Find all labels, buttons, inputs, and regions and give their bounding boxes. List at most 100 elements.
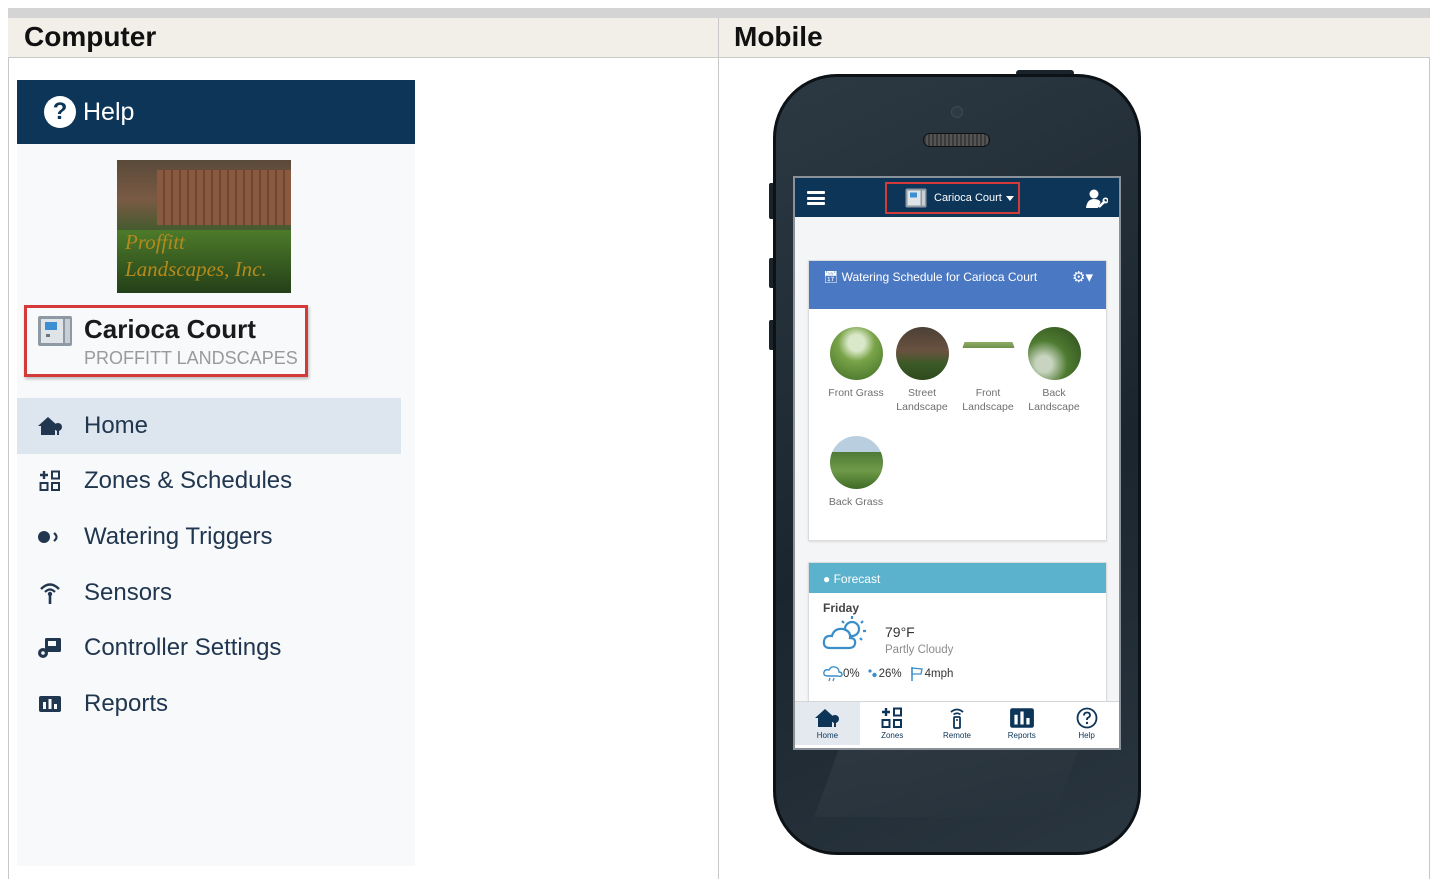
phone-speaker xyxy=(923,133,990,147)
humidity-stat: 26% xyxy=(867,667,902,681)
sidebar-item-watering-triggers[interactable]: Watering Triggers xyxy=(17,509,401,565)
sidebar-item-label: Home xyxy=(84,411,149,439)
sidebar-item-label: Controller Settings xyxy=(84,634,282,662)
watering-schedule-card: 📅︎ Watering Schedule for Carioca Court ⚙… xyxy=(808,260,1107,541)
zone-tile[interactable]: Back Landscape xyxy=(1021,327,1087,414)
mobile-top-bar: Carioca Court xyxy=(795,178,1119,217)
bottom-nav-label: Help xyxy=(1078,731,1095,740)
zone-tile[interactable]: Front Grass xyxy=(823,327,889,400)
chevron-down-icon xyxy=(1005,195,1014,201)
column-divider xyxy=(718,18,719,879)
logo-fence xyxy=(157,170,291,225)
partly-cloudy-icon xyxy=(822,616,866,650)
hamburger-menu-icon[interactable] xyxy=(807,191,825,205)
sidebar-item-label: Reports xyxy=(84,689,169,717)
reports-icon xyxy=(1009,708,1034,728)
precip-stat: 0% xyxy=(823,666,860,682)
help-label: Help xyxy=(83,97,135,126)
bottom-nav-label: Zones xyxy=(881,731,904,740)
zone-name: Back Grass xyxy=(828,496,884,508)
controller-icon xyxy=(905,188,927,208)
wind-stat: 4mph xyxy=(909,666,954,682)
zone-name: Street Landscape xyxy=(896,387,948,413)
table-border-right xyxy=(1429,58,1430,879)
zone-tile[interactable]: Street Landscape xyxy=(889,327,955,414)
zone-tile[interactable]: Front Landscape xyxy=(955,327,1021,414)
controller-icon xyxy=(38,316,72,346)
controller-name: Carioca Court xyxy=(84,314,256,344)
bottom-nav-label: Reports xyxy=(1007,731,1036,740)
zone-name: Back Landscape xyxy=(1028,387,1080,413)
forecast-body: Friday 79°F Partly Cloudy 0% 26% 4mph xyxy=(809,593,1106,713)
mobile-content: 📅︎ Watering Schedule for Carioca Court ⚙… xyxy=(795,217,1119,712)
zones-icon xyxy=(881,707,903,728)
controller-owner: PROFFITT LANDSCAPES xyxy=(84,348,298,368)
bottom-nav-remote[interactable]: Remote xyxy=(925,702,990,745)
phone-screen: Carioca Court 📅︎ Watering Schedule for C… xyxy=(793,176,1121,750)
forecast-temperature: 79°F xyxy=(885,624,915,640)
home-icon xyxy=(37,413,63,439)
zone-grid: Front Grass Street Landscape Front Lands… xyxy=(809,309,1106,539)
zone-name: Front Grass xyxy=(828,387,884,399)
sidebar-item-controller-settings[interactable]: Controller Settings xyxy=(17,620,401,676)
watering-schedule-header: 📅︎ Watering Schedule for Carioca Court ⚙… xyxy=(809,261,1106,309)
zone-tile[interactable]: Back Grass xyxy=(823,436,889,509)
page: Computer Mobile ? Help Proffitt Landscap… xyxy=(0,0,1435,879)
bottom-nav-zones[interactable]: Zones xyxy=(860,702,925,745)
bottom-nav-label: Remote xyxy=(942,731,971,740)
help-icon xyxy=(1076,707,1097,729)
sidebar-item-label: Watering Triggers xyxy=(84,522,273,550)
sun-dot-icon: ● xyxy=(823,572,834,586)
forecast-card: ● Forecast Friday 79°F Partly Cloudy 0% … xyxy=(808,562,1107,712)
rain-cloud-icon xyxy=(823,666,843,682)
calendar-icon: 📅︎ xyxy=(823,270,842,284)
zone-photo xyxy=(829,327,883,380)
watering-schedule-title: Watering Schedule for Carioca Court xyxy=(841,270,1038,284)
zone-photo xyxy=(1027,327,1081,380)
forecast-stats: 0% 26% 4mph xyxy=(823,666,960,682)
home-icon xyxy=(815,709,840,727)
precip-value: 0% xyxy=(843,668,860,680)
forecast-title: Forecast xyxy=(833,572,881,586)
zone-name: Front Landscape xyxy=(962,387,1014,413)
sidebar-item-label: Zones & Schedules xyxy=(84,467,293,495)
column-heading-mobile: Mobile xyxy=(734,21,823,52)
sidebar-item-reports[interactable]: Reports xyxy=(17,676,401,732)
bottom-nav-help[interactable]: Help xyxy=(1054,702,1119,745)
zone-photo xyxy=(829,436,883,489)
company-logo: Proffitt Landscapes, Inc. xyxy=(117,160,291,293)
sidebar-item-label: Sensors xyxy=(84,578,173,606)
zones-icon xyxy=(37,468,63,494)
controller-settings-icon xyxy=(37,635,63,661)
sidebar-nav: Home Zones & Schedules Watering Triggers… xyxy=(17,398,401,732)
sensor-icon xyxy=(37,580,63,606)
reports-icon xyxy=(37,691,63,717)
wind-value: 4mph xyxy=(924,668,954,680)
help-bar[interactable]: ? Help xyxy=(17,80,415,144)
triggers-icon xyxy=(37,524,63,550)
phone-camera xyxy=(951,106,963,118)
logo-text-line-2: Landscapes, Inc. xyxy=(125,257,267,281)
bottom-nav-reports[interactable]: Reports xyxy=(989,702,1054,745)
logo-text-line-1: Proffitt xyxy=(125,230,185,254)
table-top-border xyxy=(8,8,1430,18)
controller-selector[interactable]: Carioca Court PROFFITT LANDSCAPES xyxy=(24,305,308,377)
zone-photo xyxy=(895,327,949,380)
table-header-row: Computer Mobile xyxy=(8,18,1430,58)
desktop-sidebar: ? Help Proffitt Landscapes, Inc. Carioca… xyxy=(17,80,415,866)
bottom-nav-label: Home xyxy=(816,731,839,740)
sidebar-item-sensors[interactable]: Sensors xyxy=(17,565,401,621)
mobile-controller-selector[interactable]: Carioca Court xyxy=(885,182,1020,214)
column-heading-computer: Computer xyxy=(24,21,157,52)
bottom-nav-home[interactable]: Home xyxy=(795,702,860,745)
forecast-condition: Partly Cloudy xyxy=(885,644,954,656)
gear-icon[interactable]: ⚙▾ xyxy=(1072,270,1093,286)
sidebar-item-home[interactable]: Home xyxy=(17,398,401,454)
humidity-drops-icon xyxy=(868,669,877,678)
sidebar-item-zones-schedules[interactable]: Zones & Schedules xyxy=(17,454,401,510)
user-settings-icon[interactable] xyxy=(1086,189,1108,209)
table-border-left xyxy=(8,58,9,879)
zone-photo xyxy=(961,327,1015,380)
forecast-header: ● Forecast xyxy=(809,563,1106,593)
mobile-controller-name: Carioca Court xyxy=(934,192,1002,204)
